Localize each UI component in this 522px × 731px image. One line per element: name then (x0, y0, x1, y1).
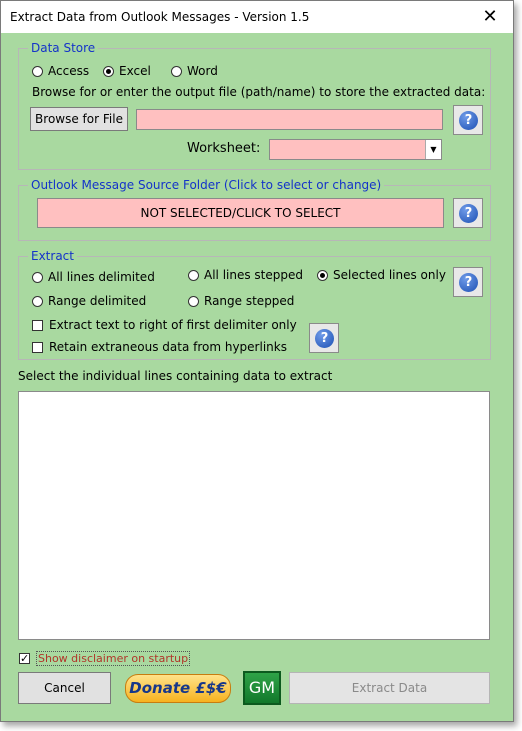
checkbox-show-disclaimer-label: Show disclaimer on startup (36, 651, 191, 666)
source-folder-frame: Outlook Message Source Folder (Click to … (18, 178, 491, 241)
radio-all-lines-stepped-dot[interactable] (188, 269, 199, 281)
radio-range-delimited[interactable]: Range delimited (32, 294, 146, 308)
extract-frame: Extract All lines delimited All lines st… (18, 249, 491, 360)
radio-range-delimited-label: Range delimited (48, 294, 147, 308)
close-icon[interactable]: ✕ (467, 1, 513, 33)
extract-data-button[interactable]: Extract Data (289, 672, 490, 704)
radio-range-stepped-label: Range stepped (204, 294, 295, 308)
browse-instruction: Browse for or enter the output file (pat… (32, 85, 486, 99)
title-bar: Extract Data from Outlook Messages - Ver… (1, 1, 513, 33)
checkbox-retain-hyperlink-data-label: Retain extraneous data from hyperlinks (49, 340, 287, 354)
radio-selected-lines-only[interactable]: Selected lines only (317, 268, 446, 282)
extract-help-button[interactable]: ? (453, 267, 483, 297)
help-icon: ? (459, 273, 478, 292)
radio-all-lines-delimited[interactable]: All lines delimited (32, 270, 155, 284)
cancel-button[interactable]: Cancel (18, 672, 111, 704)
radio-selected-lines-only-dot[interactable] (317, 269, 328, 281)
checkbox-retain-hyperlink-data[interactable]: Retain extraneous data from hyperlinks (32, 340, 287, 354)
radio-access-label: Access (48, 64, 90, 78)
checkbox-show-disclaimer[interactable]: ✓ Show disclaimer on startup (19, 651, 191, 666)
radio-range-stepped-dot[interactable] (188, 295, 199, 307)
chevron-down-icon[interactable]: ▼ (425, 140, 441, 159)
radio-all-lines-delimited-dot[interactable] (32, 271, 43, 283)
select-source-folder-button[interactable]: NOT SELECTED/CLICK TO SELECT (37, 198, 444, 228)
help-icon: ? (459, 111, 478, 130)
radio-excel-dot[interactable] (103, 65, 114, 77)
help-icon: ? (459, 204, 478, 223)
radio-word[interactable]: Word (171, 64, 218, 78)
help-icon: ? (315, 329, 334, 348)
data-store-frame: Data Store Access Excel Word Browse for … (18, 41, 491, 170)
output-file-path-input[interactable] (136, 109, 443, 130)
radio-selected-lines-only-label: Selected lines only (333, 268, 446, 282)
checkbox-show-disclaimer-box[interactable]: ✓ (19, 653, 30, 664)
extract-legend: Extract (28, 249, 77, 263)
gm-button[interactable]: GM (243, 671, 281, 705)
checkbox-extract-right-of-delimiter-label: Extract text to right of first delimiter… (49, 318, 297, 332)
checkbox-extract-right-of-delimiter[interactable]: Extract text to right of first delimiter… (32, 318, 297, 332)
extract-options-help-button[interactable]: ? (309, 323, 339, 353)
worksheet-label: Worksheet: (187, 141, 261, 156)
lines-instruction: Select the individual lines containing d… (18, 369, 333, 383)
data-store-legend: Data Store (28, 41, 99, 55)
main-window: Extract Data from Outlook Messages - Ver… (0, 0, 514, 722)
browse-for-file-button[interactable]: Browse for File (30, 107, 128, 131)
window-title: Extract Data from Outlook Messages - Ver… (10, 10, 310, 24)
radio-word-dot[interactable] (171, 65, 182, 77)
radio-range-delimited-dot[interactable] (32, 295, 43, 307)
donate-button[interactable]: Donate £$€ (125, 674, 231, 703)
message-lines-listbox[interactable] (18, 391, 490, 640)
radio-range-stepped[interactable]: Range stepped (188, 294, 294, 308)
checkbox-extract-right-of-delimiter-box[interactable] (32, 319, 43, 331)
data-store-help-button[interactable]: ? (453, 105, 483, 135)
checkbox-retain-hyperlink-data-box[interactable] (32, 341, 43, 353)
source-folder-help-button[interactable]: ? (453, 198, 483, 228)
worksheet-combo[interactable]: ▼ (269, 139, 442, 160)
radio-word-label: Word (187, 64, 218, 78)
source-folder-legend: Outlook Message Source Folder (Click to … (28, 178, 385, 192)
radio-all-lines-stepped-label: All lines stepped (204, 268, 303, 282)
radio-access-dot[interactable] (32, 65, 43, 77)
radio-access[interactable]: Access (32, 64, 89, 78)
radio-all-lines-delimited-label: All lines delimited (48, 270, 155, 284)
radio-all-lines-stepped[interactable]: All lines stepped (188, 268, 303, 282)
radio-excel[interactable]: Excel (103, 64, 151, 78)
radio-excel-label: Excel (119, 64, 151, 78)
